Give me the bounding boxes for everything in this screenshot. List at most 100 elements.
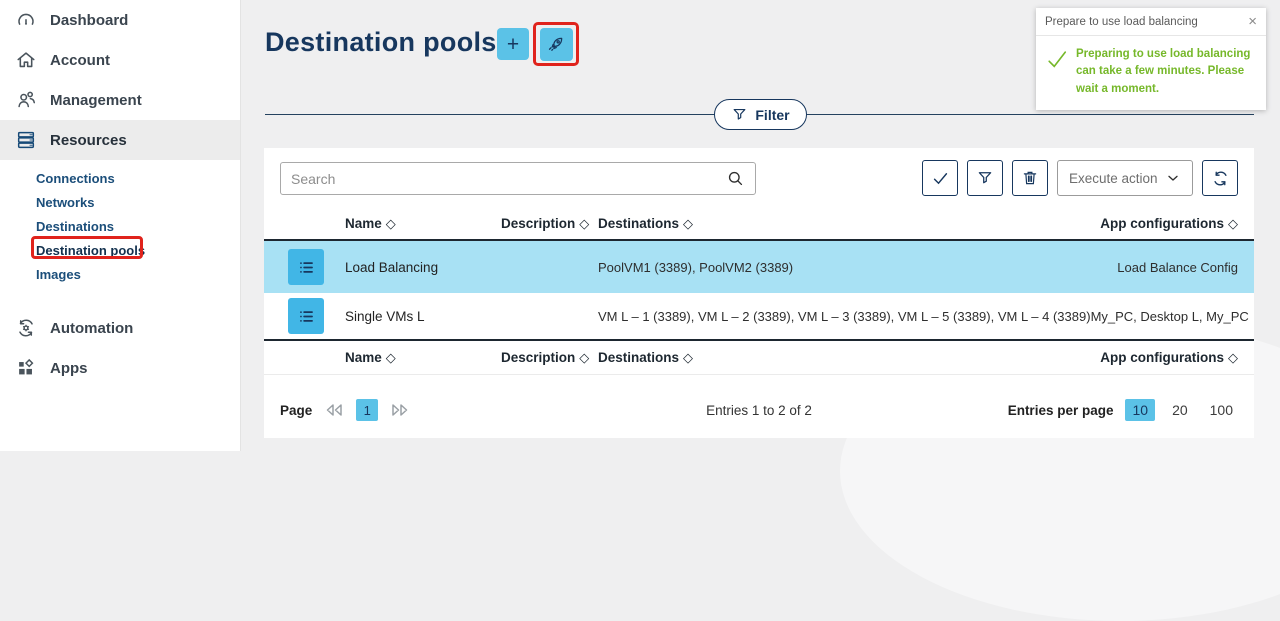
destination-pools-panel: Execute action Name◇ Description◇ Destin… [264, 148, 1254, 438]
sidebar-item-label: Management [50, 92, 142, 109]
sort-icon: ◇ [683, 216, 693, 231]
current-page-button[interactable]: 1 [356, 399, 378, 421]
table-row[interactable]: Single VMs L VM L – 1 (3389), VM L – 2 (… [264, 293, 1254, 341]
users-icon [15, 89, 37, 111]
sidebar-item-apps[interactable]: Apps [0, 348, 240, 388]
rocket-icon [546, 34, 566, 54]
filter-funnel-icon [731, 106, 748, 123]
cell-name: Single VMs L [345, 309, 501, 324]
sort-icon: ◇ [386, 350, 396, 365]
filter-button[interactable]: Filter [714, 99, 807, 130]
apps-grid-icon [15, 357, 37, 379]
sidebar-item-label: Dashboard [50, 12, 128, 29]
search-box [280, 162, 756, 195]
submenu-item-images[interactable]: Images [0, 262, 240, 286]
page-label: Page [280, 403, 312, 418]
prev-icon[interactable] [325, 403, 343, 417]
column-header-destinations[interactable]: Destinations◇ [598, 216, 1100, 232]
submenu-item-destinations[interactable]: Destinations [0, 214, 240, 238]
select-all-button[interactable] [922, 160, 958, 196]
toast-body: Preparing to use load balancing can take… [1036, 36, 1266, 110]
row-details-button[interactable] [288, 298, 324, 334]
sidebar-item-management[interactable]: Management [0, 80, 240, 120]
entries-info: Entries 1 to 2 of 2 [706, 403, 812, 418]
delete-button[interactable] [1012, 160, 1048, 196]
refresh-button[interactable] [1202, 160, 1238, 196]
submenu-item-networks[interactable]: Networks [0, 190, 240, 214]
per-page-option-20[interactable]: 20 [1167, 399, 1193, 421]
column-header-name[interactable]: Name◇ [345, 216, 501, 232]
sidebar-item-label: Automation [50, 320, 133, 337]
toast-header: Prepare to use load balancing × [1036, 8, 1266, 36]
sidebar-item-resources[interactable]: Resources [0, 120, 240, 160]
add-pool-button[interactable]: + [497, 28, 529, 60]
cell-name: Load Balancing [345, 260, 501, 275]
submenu-item-label: Destinations [36, 219, 114, 234]
cell-app-configurations: My_PC, Desktop L, My_PC [1091, 309, 1254, 324]
table-row[interactable]: Load Balancing PoolVM1 (3389), PoolVM2 (… [264, 241, 1254, 293]
success-check-icon [1046, 48, 1068, 98]
chevron-down-icon [1165, 170, 1181, 186]
table-header-row: Name◇ Description◇ Destinations◇ App con… [264, 208, 1254, 241]
sidebar: Dashboard Account Management Re [0, 0, 241, 451]
sidebar-item-account[interactable]: Account [0, 40, 240, 80]
table-toolbar: Execute action [922, 160, 1238, 196]
toast-message: Preparing to use load balancing can take… [1076, 46, 1256, 98]
next-icon[interactable] [391, 403, 409, 417]
sort-icon: ◇ [579, 216, 589, 231]
submenu-item-label: Connections [36, 171, 115, 186]
list-icon [297, 307, 316, 326]
submenu-item-connections[interactable]: Connections [0, 166, 240, 190]
submenu-item-label: Networks [36, 195, 95, 210]
load-balancing-rocket-button[interactable] [540, 28, 573, 61]
entries-per-page-label: Entries per page [1008, 403, 1114, 418]
execute-action-label: Execute action [1069, 171, 1158, 186]
trash-icon [1021, 169, 1039, 187]
resources-submenu: Connections Networks Destinations Destin… [0, 160, 240, 296]
search-input[interactable] [281, 171, 726, 187]
server-icon [15, 129, 37, 151]
per-page-option-10[interactable]: 10 [1125, 399, 1155, 421]
cell-destinations: VM L – 1 (3389), VM L – 2 (3389), VM L –… [598, 309, 1091, 324]
column-header-app-configurations[interactable]: App configurations◇ [1100, 216, 1254, 232]
row-details-button[interactable] [288, 249, 324, 285]
page-title: Destination pools [265, 27, 497, 58]
column-header-description[interactable]: Description◇ [501, 350, 598, 366]
filter-label: Filter [755, 107, 789, 123]
filter-toolbar-button[interactable] [967, 160, 1003, 196]
home-icon [15, 49, 37, 71]
sort-icon: ◇ [683, 350, 693, 365]
pagination-bar: Page 1 Entries 1 to 2 of 2 Entries per p… [264, 382, 1254, 438]
column-header-app-configurations[interactable]: App configurations◇ [1100, 350, 1254, 366]
per-page-option-100[interactable]: 100 [1205, 399, 1238, 421]
filter-funnel-icon [976, 169, 994, 187]
sort-icon: ◇ [386, 216, 396, 231]
sidebar-item-label: Account [50, 52, 110, 69]
annotation-box-rocket [533, 22, 579, 66]
column-header-description[interactable]: Description◇ [501, 216, 598, 232]
submenu-item-label: Images [36, 267, 81, 282]
column-header-destinations[interactable]: Destinations◇ [598, 350, 1100, 366]
column-header-name[interactable]: Name◇ [345, 350, 501, 366]
submenu-item-destination-pools[interactable]: Destination pools [0, 238, 240, 262]
toast-title: Prepare to use load balancing [1045, 16, 1198, 28]
list-icon [297, 258, 316, 277]
check-icon [931, 169, 950, 188]
sort-icon: ◇ [1228, 350, 1238, 365]
sort-icon: ◇ [579, 350, 589, 365]
sidebar-item-label: Resources [50, 132, 127, 149]
sidebar-item-dashboard[interactable]: Dashboard [0, 0, 240, 40]
destination-pools-table: Name◇ Description◇ Destinations◇ App con… [264, 208, 1254, 375]
sidebar-item-automation[interactable]: Automation [0, 308, 240, 348]
cell-destinations: PoolVM1 (3389), PoolVM2 (3389) [598, 260, 1104, 275]
search-icon[interactable] [726, 169, 745, 188]
sync-gear-icon [15, 317, 37, 339]
gauge-icon [15, 9, 37, 31]
execute-action-dropdown[interactable]: Execute action [1057, 160, 1193, 196]
sidebar-item-label: Apps [50, 360, 88, 377]
notification-toast: Prepare to use load balancing × Preparin… [1036, 8, 1266, 110]
sort-icon: ◇ [1228, 216, 1238, 231]
close-icon[interactable]: × [1248, 14, 1257, 29]
submenu-item-label: Destination pools [36, 243, 145, 258]
table-footer-header-row: Name◇ Description◇ Destinations◇ App con… [264, 341, 1254, 375]
